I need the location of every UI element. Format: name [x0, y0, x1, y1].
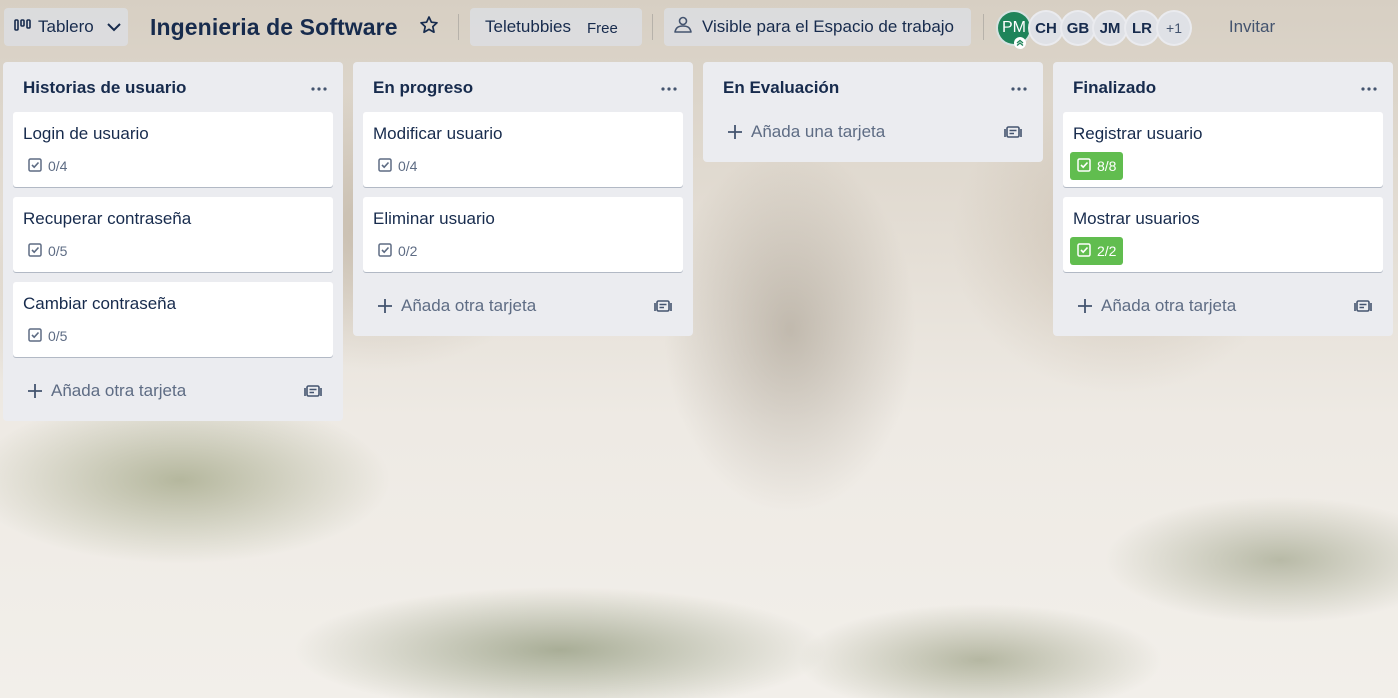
plus-icon — [726, 123, 744, 141]
card[interactable]: Recuperar contraseña 0/5 — [13, 197, 333, 272]
list-menu-button[interactable] — [653, 74, 685, 102]
add-card-label: Añada otra tarjeta — [51, 381, 187, 400]
card-title: Eliminar usuario — [373, 209, 495, 228]
visibility-label: Visible para el Espacio de trabajo — [702, 17, 955, 36]
list-finalizado: Finalizado Registrar usuario 8/8 Mostrar… — [1053, 62, 1393, 336]
checklist-badge: 0/4 — [374, 152, 421, 180]
card-title: Login de usuario — [23, 124, 149, 143]
header-divider — [652, 14, 653, 40]
chevron-down-icon — [106, 17, 122, 37]
checklist-icon — [1077, 242, 1091, 260]
card-template-icon[interactable] — [1351, 294, 1375, 318]
list-en-progreso: En progreso Modificar usuario 0/4 Elimin… — [353, 62, 693, 336]
more-horizontal-icon — [660, 79, 678, 97]
checklist-count: 0/2 — [398, 243, 418, 259]
list-menu-button[interactable] — [1003, 74, 1035, 102]
list-en-evaluacion: En Evaluación Añada una tarjeta — [703, 62, 1043, 162]
card[interactable]: Mostrar usuarios 2/2 — [1063, 197, 1383, 272]
card-title: Cambiar contraseña — [23, 294, 177, 313]
checklist-icon — [378, 242, 392, 260]
card[interactable]: Cambiar contraseña 0/5 — [13, 282, 333, 357]
checklist-count: 0/4 — [48, 158, 68, 174]
checklist-count: 0/4 — [398, 158, 418, 174]
list-header: Finalizado — [1053, 62, 1393, 112]
list-historias-de-usuario: Historias de usuario Login de usuario 0/… — [3, 62, 343, 421]
list-title[interactable]: En Evaluación — [723, 78, 839, 98]
checklist-badge: 0/5 — [24, 322, 71, 350]
plus-icon — [26, 382, 44, 400]
plus-icon — [376, 297, 394, 315]
add-card-label: Añada una tarjeta — [751, 122, 886, 141]
star-board-button[interactable] — [410, 8, 448, 46]
star-icon — [419, 15, 439, 40]
plus-icon — [1076, 297, 1094, 315]
board-view-label: Tablero — [38, 17, 94, 36]
add-card-label: Añada otra tarjeta — [401, 296, 537, 315]
more-horizontal-icon — [1360, 79, 1378, 97]
avatar[interactable]: LR — [1124, 10, 1160, 46]
checklist-icon — [1077, 157, 1091, 175]
list-title[interactable]: En progreso — [373, 78, 473, 98]
add-card-button[interactable]: Añada una tarjeta — [713, 108, 1033, 156]
avatar[interactable]: PM — [996, 10, 1032, 49]
card-title: Mostrar usuarios — [1073, 209, 1200, 228]
avatar[interactable]: CH — [1028, 10, 1064, 46]
workspace-plan-badge: Free — [587, 20, 618, 37]
header-divider — [458, 14, 459, 40]
card[interactable]: Login de usuario 0/4 — [13, 112, 333, 187]
checklist-icon — [28, 157, 42, 175]
workspace-name: Teletubbies — [485, 17, 572, 36]
admin-chevron-icon — [1014, 36, 1026, 49]
more-members-button[interactable]: +1 — [1156, 10, 1192, 46]
checklist-count: 2/2 — [1097, 243, 1117, 259]
more-horizontal-icon — [1010, 79, 1028, 97]
add-card-button[interactable]: Añada otra tarjeta — [363, 282, 683, 330]
board-view-icon — [14, 17, 32, 37]
card-template-icon[interactable] — [301, 379, 325, 403]
list-header: En progreso — [353, 62, 693, 112]
checklist-icon — [28, 242, 42, 260]
add-card-button[interactable]: Añada otra tarjeta — [1063, 282, 1383, 330]
list-header: En Evaluación — [703, 62, 1043, 112]
add-card-label: Añada otra tarjeta — [1101, 296, 1237, 315]
more-horizontal-icon — [310, 79, 328, 97]
checklist-icon — [28, 327, 42, 345]
avatar[interactable]: JM — [1092, 10, 1128, 46]
card-title: Registrar usuario — [1073, 124, 1203, 143]
checklist-badge-complete: 2/2 — [1070, 237, 1124, 265]
checklist-count: 0/5 — [48, 328, 68, 344]
board-view-switcher[interactable]: Tablero — [4, 8, 128, 46]
board-members: PM CH GB JM LR +1 — [996, 10, 1192, 49]
workspace-button[interactable]: Teletubbies Free — [470, 8, 642, 46]
invite-button[interactable]: Invitar — [1215, 8, 1289, 46]
list-title[interactable]: Finalizado — [1073, 78, 1156, 98]
board-header: Tablero Ingenieria de Software Teletubbi… — [0, 0, 1398, 56]
checklist-badge: 0/2 — [374, 237, 421, 265]
card-template-icon[interactable] — [651, 294, 675, 318]
header-divider — [983, 14, 984, 40]
add-card-button[interactable]: Añada otra tarjeta — [13, 367, 333, 415]
checklist-count: 0/5 — [48, 243, 68, 259]
checklist-badge-complete: 8/8 — [1070, 152, 1124, 180]
checklist-icon — [378, 157, 392, 175]
checklist-badge: 0/5 — [24, 237, 71, 265]
card-template-icon[interactable] — [1001, 120, 1025, 144]
board-title[interactable]: Ingenieria de Software — [150, 14, 398, 41]
card[interactable]: Modificar usuario 0/4 — [363, 112, 683, 187]
list-menu-button[interactable] — [1353, 74, 1385, 102]
card-title: Recuperar contraseña — [23, 209, 192, 228]
card[interactable]: Eliminar usuario 0/2 — [363, 197, 683, 272]
card[interactable]: Registrar usuario 8/8 — [1063, 112, 1383, 187]
checklist-count: 8/8 — [1097, 158, 1117, 174]
checklist-badge: 0/4 — [24, 152, 71, 180]
workspace-visibility-icon — [672, 15, 694, 40]
list-title[interactable]: Historias de usuario — [23, 78, 186, 98]
card-title: Modificar usuario — [373, 124, 503, 143]
list-header: Historias de usuario — [3, 62, 343, 112]
avatar[interactable]: GB — [1060, 10, 1096, 46]
visibility-button[interactable]: Visible para el Espacio de trabajo — [664, 8, 971, 46]
list-menu-button[interactable] — [303, 74, 335, 102]
